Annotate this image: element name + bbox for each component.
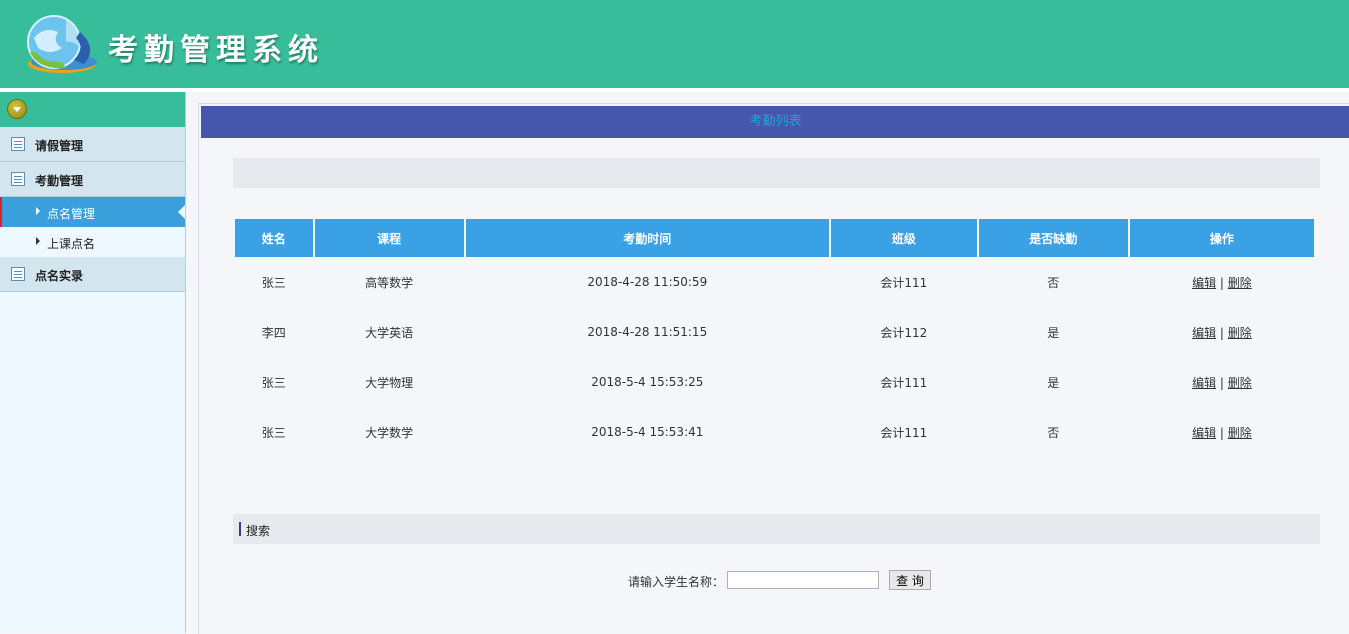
cell-actions: 编辑 | 删除 [1130, 257, 1314, 307]
cell-course: 大学数学 [365, 425, 414, 440]
panel-title: 考勤列表 [749, 114, 802, 129]
search-section-title: 搜索 [246, 524, 271, 538]
app-header: 考勤管理系统 [0, 0, 1349, 88]
table-row: 张三 大学数学 2018-5-4 15:53:41 会计111 否 编辑 | 删… [235, 407, 1314, 457]
cell-course: 大学英语 [365, 325, 414, 340]
toolbar-strip [233, 158, 1320, 188]
cell-absent: 否 [1047, 275, 1060, 290]
delete-link[interactable]: 删除 [1228, 276, 1252, 290]
menu-group-records[interactable]: 点名实录 [0, 257, 185, 292]
column-header: 课程 [314, 219, 464, 257]
menu-group-label: 点名实录 [35, 269, 84, 283]
cell-time: 2018-4-28 11:50:59 [587, 275, 708, 289]
cell-time: 2018-4-28 11:51:15 [587, 325, 708, 339]
app-title: 考勤管理系统 [108, 33, 324, 68]
sidebar-top [0, 92, 185, 127]
globe-logo-icon [27, 15, 97, 73]
cell-class: 会计111 [880, 375, 928, 390]
student-name-input[interactable] [727, 571, 879, 589]
menu-group-attendance[interactable]: 考勤管理 [0, 162, 185, 197]
action-separator: | [1219, 275, 1224, 290]
sidebar-item-class-rollcall[interactable]: 上课点名 [0, 227, 185, 257]
cell-actions: 编辑 | 删除 [1130, 307, 1314, 357]
header-divider [0, 88, 1349, 92]
list-icon [11, 267, 25, 281]
action-separator: | [1219, 425, 1224, 440]
search-form: 请输入学生名称： 查 询 [199, 570, 1349, 594]
column-header: 班级 [830, 219, 977, 257]
cell-actions: 编辑 | 删除 [1130, 407, 1314, 457]
menu-group-leave[interactable]: 请假管理 [0, 127, 185, 162]
cell-name: 李四 [261, 325, 286, 340]
cell-name: 张三 [261, 425, 286, 440]
search-label: 请输入学生名称： [628, 575, 725, 589]
search-section-header: 搜索 [233, 514, 1320, 544]
attendance-table: 姓名 课程 考勤时间 班级 是否缺勤 操作 张三 高等数学 2018-4-28 … [233, 219, 1316, 457]
cell-time: 2018-5-4 15:53:41 [591, 425, 704, 439]
sidebar-item-rollcall-manage[interactable]: 点名管理 [0, 197, 185, 227]
column-header: 考勤时间 [465, 219, 829, 257]
edit-link[interactable]: 编辑 [1192, 376, 1216, 390]
cell-absent: 否 [1047, 425, 1060, 440]
table-row: 张三 高等数学 2018-4-28 11:50:59 会计111 否 编辑 | … [235, 257, 1314, 307]
column-header: 是否缺勤 [978, 219, 1128, 257]
cell-name: 张三 [261, 375, 286, 390]
table-header-row: 姓名 课程 考勤时间 班级 是否缺勤 操作 [235, 219, 1314, 257]
cell-class: 会计112 [880, 325, 928, 340]
cell-time: 2018-5-4 15:53:25 [591, 375, 704, 389]
column-header: 操作 [1129, 219, 1314, 257]
cell-class: 会计111 [880, 275, 928, 290]
caret-right-icon [36, 207, 40, 215]
sidebar: 请假管理 考勤管理 点名管理 上课点名 点名实录 [0, 92, 186, 633]
table-row: 张三 大学物理 2018-5-4 15:53:25 会计111 是 编辑 | 删… [235, 357, 1314, 407]
action-separator: | [1219, 375, 1224, 390]
table-row: 李四 大学英语 2018-4-28 11:51:15 会计112 是 编辑 | … [235, 307, 1314, 357]
list-icon [11, 172, 25, 186]
delete-link[interactable]: 删除 [1228, 426, 1252, 440]
section-marker [239, 522, 241, 536]
action-separator: | [1219, 325, 1224, 340]
menu-group-label: 考勤管理 [35, 174, 84, 188]
delete-link[interactable]: 删除 [1228, 376, 1252, 390]
edit-link[interactable]: 编辑 [1192, 426, 1216, 440]
cell-absent: 是 [1047, 375, 1060, 390]
sidebar-item-label: 点名管理 [47, 207, 96, 221]
cell-name: 张三 [261, 275, 286, 290]
column-header: 姓名 [235, 219, 313, 257]
panel-header: 考勤列表 [201, 106, 1349, 138]
cell-class: 会计111 [880, 425, 928, 440]
edit-link[interactable]: 编辑 [1192, 276, 1216, 290]
cell-course: 大学物理 [365, 375, 414, 390]
collapse-toggle-icon[interactable] [7, 99, 27, 119]
edit-link[interactable]: 编辑 [1192, 326, 1216, 340]
delete-link[interactable]: 删除 [1228, 326, 1252, 340]
list-icon [11, 137, 25, 151]
menu-group-label: 请假管理 [35, 139, 84, 153]
main-panel: 考勤列表 姓名 课程 考勤时间 班级 是否缺勤 操作 张三 高等数学 2018-… [198, 103, 1349, 634]
search-button[interactable]: 查 询 [889, 570, 931, 590]
cell-absent: 是 [1047, 325, 1060, 340]
sidebar-item-label: 上课点名 [47, 237, 96, 251]
cell-course: 高等数学 [365, 275, 414, 290]
cell-actions: 编辑 | 删除 [1130, 357, 1314, 407]
caret-right-icon [36, 237, 40, 245]
